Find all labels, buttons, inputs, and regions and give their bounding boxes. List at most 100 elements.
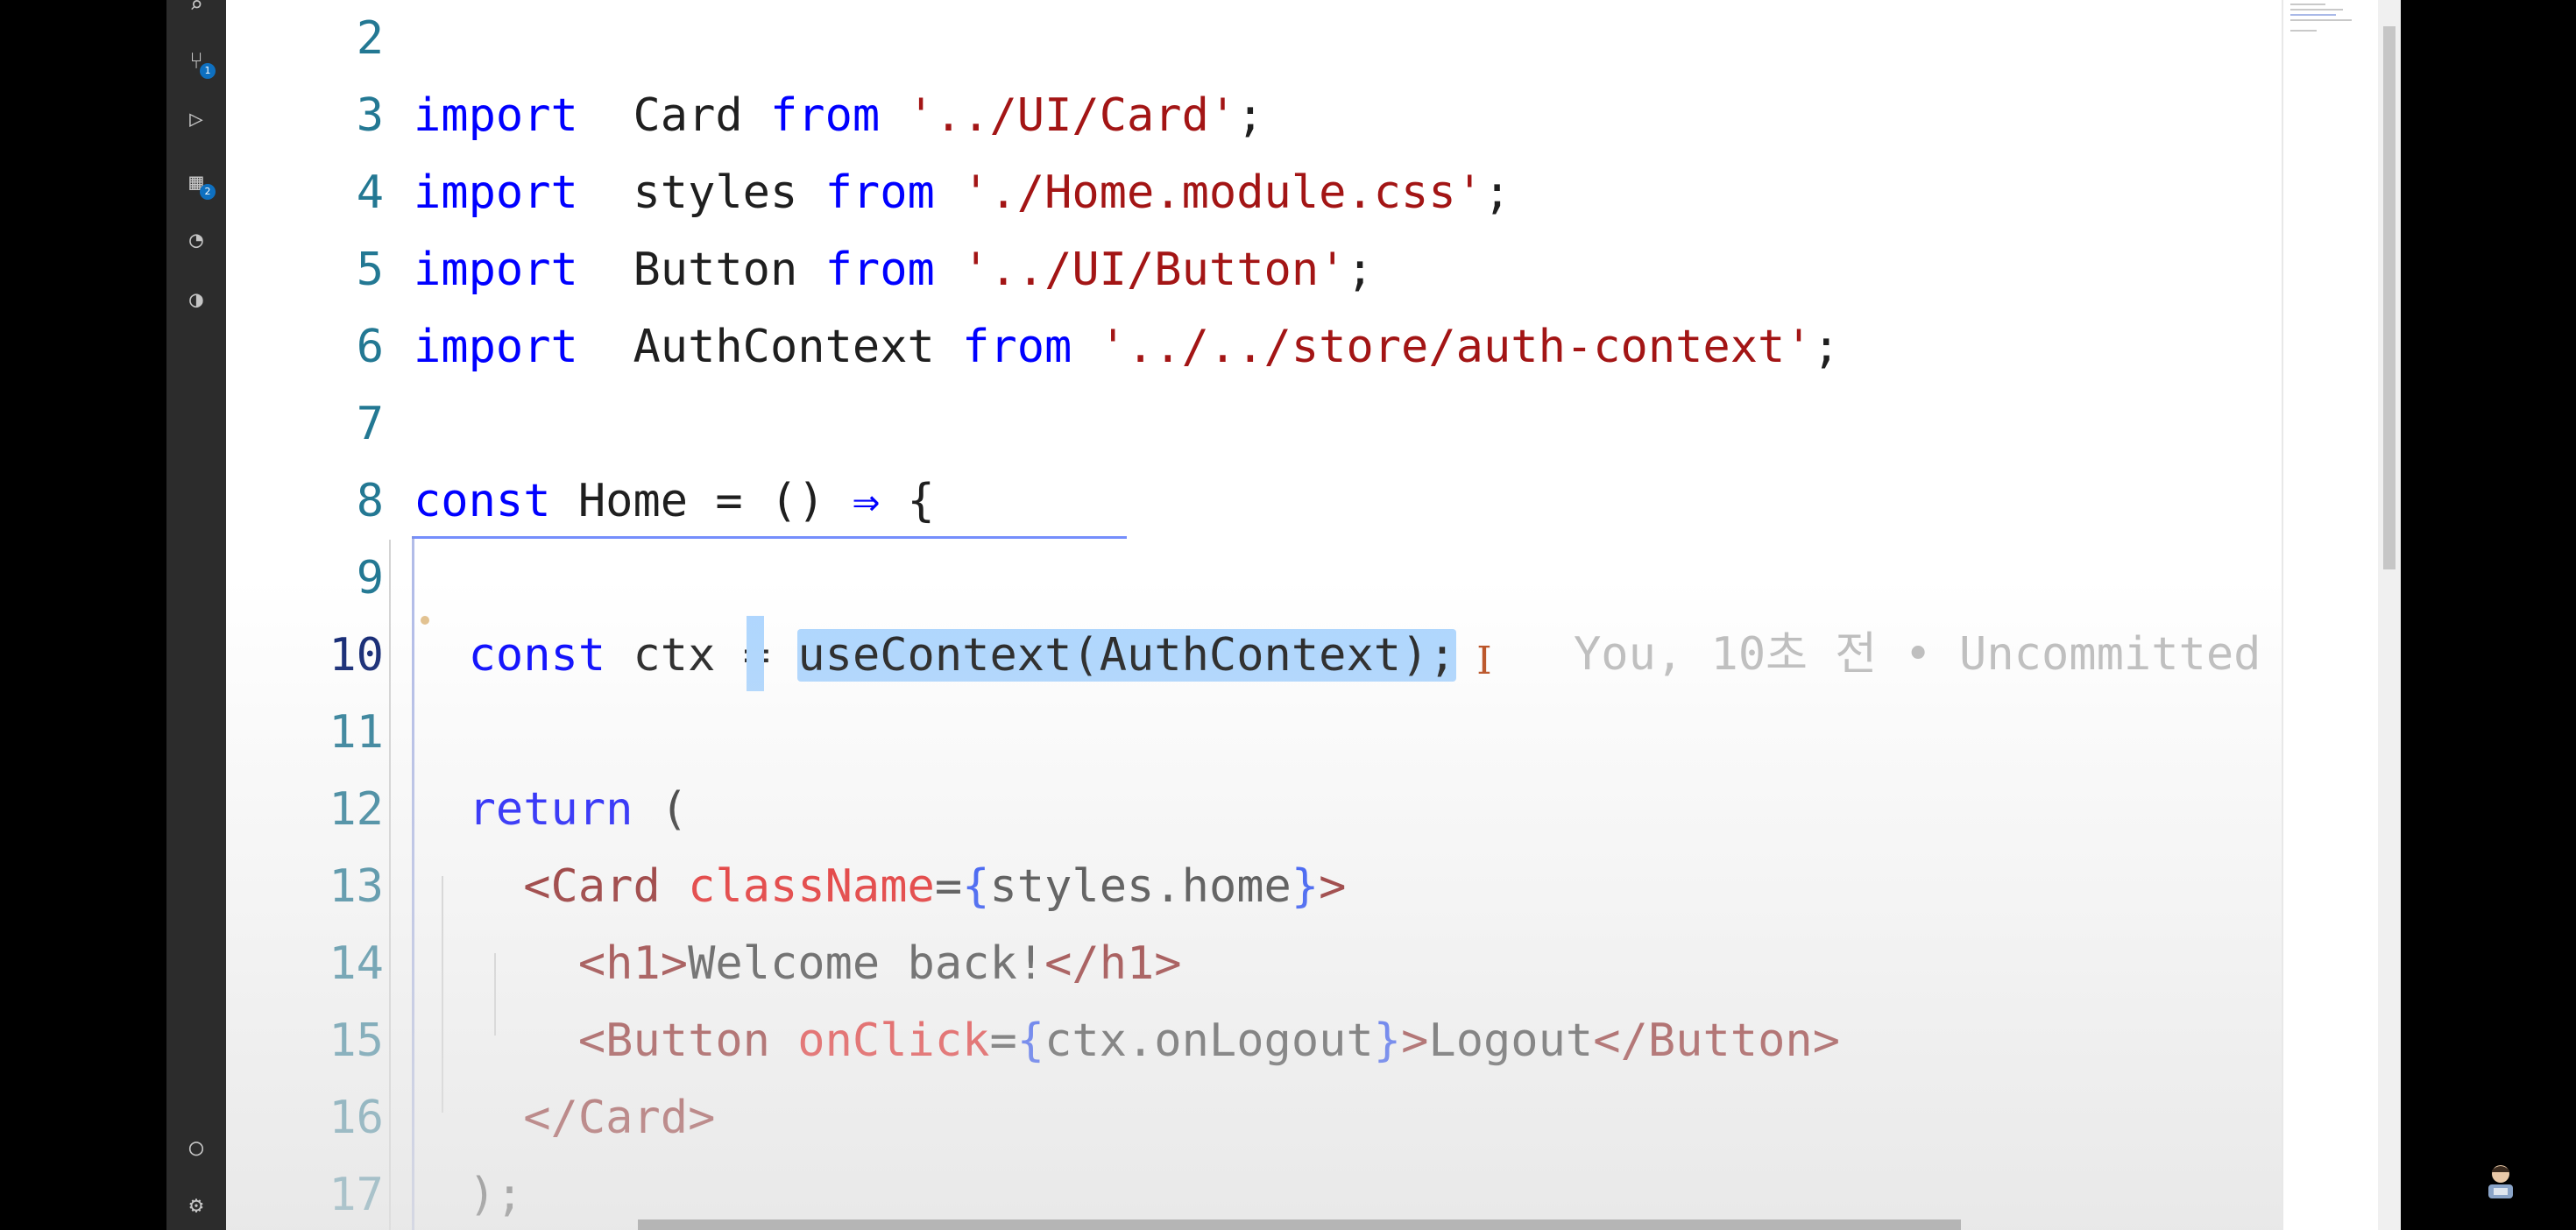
code-token: return [468, 783, 633, 836]
line-number: 14 [329, 937, 384, 990]
code-line-11[interactable]: 11 [226, 694, 2282, 771]
minimap[interactable] [2282, 0, 2380, 1230]
code-token: Button [577, 244, 825, 296]
code-editor[interactable]: 2 3 import Card from '../UI/Card'; 4 import … [226, 0, 2282, 1230]
code-token: ctx = [605, 629, 798, 682]
horizontal-scrollbar[interactable] [638, 1219, 1961, 1230]
code-token: styles [577, 166, 825, 219]
code-text: import styles from './Home.module.css'; [414, 154, 1511, 231]
code-token: ; [1236, 89, 1264, 142]
code-token: ; [1346, 244, 1374, 296]
line-number: 17 [329, 1169, 384, 1221]
code-token: Welcome back! [688, 937, 1045, 990]
code-token: AuthContext [577, 321, 963, 373]
code-token: const [468, 629, 606, 682]
code-line-8[interactable]: 8 const Home = () ⇒ { [226, 463, 2282, 540]
code-token: = [989, 1014, 1017, 1067]
indent-guide [442, 876, 443, 1113]
code-token: } [1291, 860, 1320, 913]
code-token: import [414, 244, 578, 296]
code-token: Home = () [550, 475, 853, 527]
activity-bar: ⌕ ⑂ 1 ▷ ▦ 2 ◔ ◑ ◯ ⚙ [166, 0, 226, 1230]
code-token: { [962, 860, 990, 913]
code-token: = [934, 860, 963, 913]
code-token: ⇒ [852, 475, 881, 527]
code-text: import Button from '../UI/Button'; [414, 231, 1374, 308]
code-text: ); [414, 1156, 524, 1230]
code-token: </h1> [1044, 937, 1182, 990]
code-token: ( [633, 783, 689, 836]
channel-avatar-icon [2488, 1165, 2513, 1198]
code-token: import [414, 166, 578, 219]
code-line-12[interactable]: 12 return ( [226, 771, 2282, 848]
line-number: 2 [356, 12, 384, 65]
code-line-14[interactable]: 14 <h1>Welcome back!</h1> [226, 925, 2282, 1002]
run-debug-icon[interactable]: ▷ [182, 105, 210, 133]
code-token: { [880, 475, 935, 527]
code-text: <h1>Welcome back!</h1> [414, 925, 1182, 1002]
line-number: 13 [329, 860, 384, 913]
code-line-5[interactable]: 5 import Button from '../UI/Button'; [226, 231, 2282, 308]
bracket-scope-line [412, 536, 1127, 539]
code-token: </Card> [523, 1092, 716, 1144]
settings-gear-icon[interactable]: ⚙ [182, 1191, 210, 1219]
code-token: '../UI/Button' [934, 244, 1347, 296]
selection-highlight [747, 616, 764, 691]
code-token: <h1> [577, 937, 689, 990]
line-number: 4 [356, 166, 384, 219]
bracket-scope-line [412, 536, 414, 1230]
code-line-15[interactable]: 15 <Button onClick={ctx.onLogout}>Logout… [226, 1002, 2282, 1079]
extensions-badge: 2 [200, 184, 216, 200]
code-token: onClick [770, 1014, 990, 1067]
code-token: ; [1812, 321, 1840, 373]
code-text: <Card className={styles.home}> [414, 848, 1346, 925]
code-line-9[interactable]: 9 [226, 540, 2282, 617]
code-text: </Card> [414, 1079, 715, 1156]
source-control-badge: 1 [200, 63, 216, 79]
vertical-scrollbar[interactable] [2378, 0, 2401, 1230]
code-token: from [770, 89, 881, 142]
code-token: './Home.module.css' [934, 166, 1483, 219]
code-token: '../../store/auth-context' [1072, 321, 1813, 373]
code-token: } [1373, 1014, 1402, 1067]
code-text: <Button onClick={ctx.onLogout}>Logout</B… [414, 1002, 1840, 1079]
line-number: 10 [329, 629, 384, 682]
code-line-2[interactable]: 2 [226, 0, 2282, 77]
code-token: Card [577, 89, 770, 142]
code-token: className [660, 860, 935, 913]
search-icon[interactable]: ⌕ [182, 0, 210, 19]
line-number: 9 [356, 552, 384, 604]
indent-guide [389, 540, 391, 1230]
video-letterbox-right [2401, 0, 2576, 1230]
code-token: ; [1483, 166, 1511, 219]
code-token: > [1319, 860, 1347, 913]
git-blame-annotation: You, 10초 전 • Uncommitted c [1574, 628, 2282, 681]
git-history-icon[interactable]: ◔ [182, 226, 210, 254]
vertical-scrollbar-thumb[interactable] [2383, 26, 2396, 569]
line-number: 7 [356, 398, 384, 450]
code-token: import [414, 89, 578, 142]
code-line-16[interactable]: 16 </Card> [226, 1079, 2282, 1156]
code-line-13[interactable]: 13 <Card className={styles.home}> [226, 848, 2282, 925]
code-token: styles.home [989, 860, 1292, 913]
video-letterbox-left [0, 0, 166, 1230]
account-icon[interactable]: ◯ [182, 1134, 210, 1162]
line-number: 11 [329, 706, 384, 759]
line-number: 8 [356, 475, 384, 527]
code-token: </Button> [1593, 1014, 1840, 1067]
code-text: const Home = () ⇒ { [414, 463, 935, 540]
code-text: const ctx = useContext(AuthContext); [414, 617, 1456, 694]
code-token: Logout [1428, 1014, 1594, 1067]
code-line-3[interactable]: 3 import Card from '../UI/Card'; [226, 77, 2282, 154]
code-line-4[interactable]: 4 import styles from './Home.module.css'; [226, 154, 2282, 231]
code-text: import AuthContext from '../../store/aut… [414, 308, 1840, 385]
code-token: from [962, 321, 1072, 373]
indent-guide [494, 953, 496, 1036]
remote-explorer-icon[interactable]: ◑ [182, 286, 210, 314]
text-cursor-icon: I [1476, 639, 1492, 683]
code-line-6[interactable]: 6 import AuthContext from '../../store/au… [226, 308, 2282, 385]
code-line-7[interactable]: 7 [226, 385, 2282, 463]
code-token: from [824, 244, 935, 296]
